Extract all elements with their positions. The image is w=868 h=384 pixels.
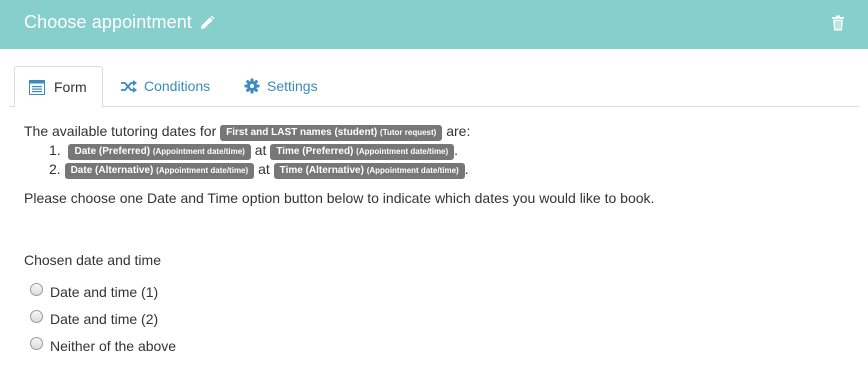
page-title: Choose appointment [24,12,192,32]
tab-bar: Form Conditions Settings [9,66,859,108]
trash-icon[interactable] [831,15,845,31]
list-item: 2. Date (Alternative) (Appointment date/… [49,161,469,179]
intro-suffix: are: [446,123,471,139]
radio-option-label[interactable]: Date and time (1) [50,284,158,300]
tab-settings[interactable]: Settings [237,66,337,106]
field-badge-time: Time (Preferred) (Appointment date/time) [270,144,455,160]
intro-line: The available tutoring dates for First a… [24,123,470,141]
tab-conditions-label: Conditions [144,78,211,94]
intro-prefix: The available tutoring dates for [24,123,217,139]
radio-option-1[interactable] [30,283,43,296]
list-number: 1. [49,142,61,158]
gear-icon [244,78,260,94]
at-text: at [254,142,267,158]
tab-form-label: Form [54,79,87,95]
radio-option-label[interactable]: Neither of the above [50,338,176,354]
at-text: at [258,161,270,177]
field-badge-time: Time (Alternative) (Appointment date/tim… [273,163,465,179]
question-label: Chosen date and time [24,252,161,268]
pencil-icon[interactable] [199,15,215,31]
shuffle-icon [121,80,137,93]
list-item: 1. Date (Preferred) (Appointment date/ti… [49,142,459,160]
radio-option-3[interactable] [30,337,43,350]
radio-option-label[interactable]: Date and time (2) [50,311,158,327]
tab-form[interactable]: Form [14,66,103,108]
tab-settings-label: Settings [267,78,318,94]
radio-option-2[interactable] [30,310,43,323]
field-badge-student-name: First and LAST names (student) (Tutor re… [220,125,443,141]
list-number: 2. [49,161,61,177]
tab-conditions[interactable]: Conditions [113,66,223,106]
field-badge-date: Date (Preferred) (Appointment date/time) [68,144,251,160]
instruction-text: Please choose one Date and Time option b… [24,190,655,206]
form-panel: Form Conditions Settings The available t… [9,49,859,384]
field-badge-date: Date (Alternative) (Appointment date/tim… [64,163,255,179]
form-icon [29,80,45,95]
page-header: Choose appointment [0,0,868,49]
